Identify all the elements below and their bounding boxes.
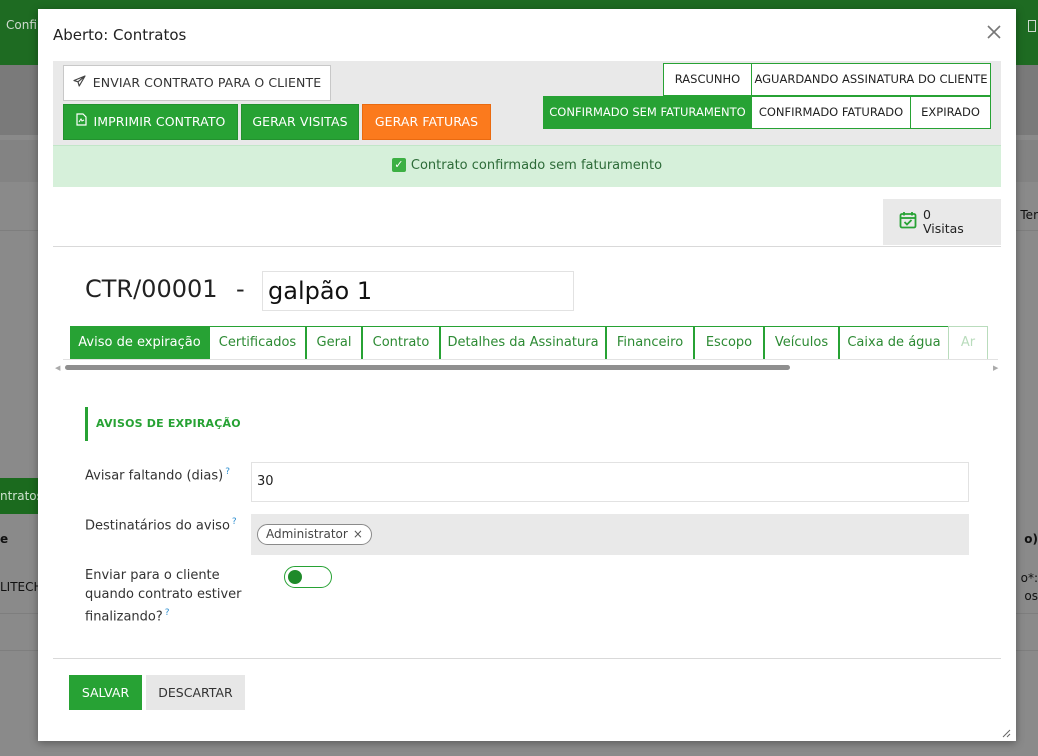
send-client-label-line: quando contrato estiver bbox=[85, 587, 242, 602]
divider bbox=[53, 658, 1001, 659]
scroll-right-arrow-icon[interactable]: ▶ bbox=[993, 364, 998, 372]
background-divider bbox=[0, 650, 38, 651]
background-text: e bbox=[0, 532, 9, 546]
background-divider bbox=[1016, 650, 1038, 651]
divider bbox=[53, 246, 1001, 247]
help-icon[interactable]: ? bbox=[225, 467, 230, 477]
send-client-label-text: finalizando? bbox=[85, 609, 163, 625]
stage-button[interactable]: RASCUNHO bbox=[663, 63, 752, 96]
background-tab: ntratos bbox=[0, 478, 38, 514]
background-topbar-text: Confi bbox=[6, 18, 37, 32]
print-contract-button[interactable]: IMPRIMIR CONTRATO bbox=[63, 104, 238, 140]
pdf-file-icon bbox=[75, 105, 87, 139]
visits-label: Visitas bbox=[923, 221, 964, 236]
send-client-toggle[interactable] bbox=[284, 566, 332, 588]
background-text: Ter bbox=[1020, 208, 1038, 222]
tab-item[interactable]: Escopo bbox=[694, 326, 764, 359]
tab-item[interactable]: Detalhes da Assinatura bbox=[440, 326, 606, 359]
close-icon-glyph bbox=[987, 25, 1001, 39]
days-input[interactable]: 30 bbox=[251, 462, 969, 502]
remove-tag-icon[interactable]: × bbox=[353, 527, 363, 541]
check-icon: ✓ bbox=[391, 157, 406, 172]
visits-smart-button[interactable]: 0 Visitas bbox=[883, 199, 1001, 245]
recipients-label-text: Destinatários do aviso bbox=[85, 518, 230, 534]
contract-name-field[interactable]: galpão 1 bbox=[262, 271, 574, 311]
stage-button[interactable]: EXPIRADO bbox=[910, 96, 991, 129]
tab-item[interactable]: Ar bbox=[948, 326, 988, 359]
background-text: LITECH bbox=[0, 580, 43, 594]
contract-reference: CTR/00001 bbox=[85, 275, 218, 303]
status-alert-text: Contrato confirmado sem faturamento bbox=[410, 158, 663, 173]
recipients-field-label: Destinatários do aviso? bbox=[85, 513, 237, 535]
send-contract-button[interactable]: ENVIAR CONTRATO PARA O CLIENTE bbox=[63, 65, 331, 101]
visits-count: 0 bbox=[923, 207, 931, 222]
background-square-icon bbox=[1028, 20, 1036, 32]
days-field-label: Avisar faltando (dias)? bbox=[85, 463, 230, 485]
tab-item[interactable]: Certificados bbox=[209, 326, 306, 359]
tab-item[interactable]: Caixa de água bbox=[839, 326, 949, 359]
tab-item[interactable]: Veículos bbox=[764, 326, 839, 359]
calendar-check-icon bbox=[899, 211, 917, 233]
tab-item[interactable]: Financeiro bbox=[606, 326, 694, 359]
send-client-label-line: finalizando?? bbox=[85, 604, 241, 626]
days-label-text: Avisar faltando (dias) bbox=[85, 468, 224, 484]
send-client-field-label: Enviar para o cliente quando contrato es… bbox=[85, 566, 241, 626]
help-icon[interactable]: ? bbox=[165, 608, 170, 618]
resize-handle-icon[interactable] bbox=[1001, 727, 1011, 738]
send-client-label-line: Enviar para o cliente bbox=[85, 568, 220, 583]
background-divider bbox=[0, 230, 38, 231]
stage-button[interactable]: CONFIRMADO SEM FATURAMENTO bbox=[543, 96, 752, 129]
background-divider bbox=[1016, 613, 1038, 614]
tabs-scrollbar[interactable] bbox=[65, 365, 790, 370]
dialog-title: Aberto: Contratos bbox=[53, 26, 187, 44]
save-button[interactable]: SALVAR bbox=[69, 675, 142, 710]
generate-invoices-button[interactable]: GERAR FATURAS bbox=[362, 104, 491, 140]
background-text: o) bbox=[1024, 532, 1038, 546]
stage-button[interactable]: CONFIRMADO FATURADO bbox=[751, 96, 911, 129]
status-alert: ✓ Contrato confirmado sem faturamento bbox=[53, 145, 1001, 187]
tab-item[interactable]: Contrato bbox=[362, 326, 440, 359]
send-contract-label: ENVIAR CONTRATO PARA O CLIENTE bbox=[92, 75, 322, 90]
help-icon[interactable]: ? bbox=[232, 517, 237, 527]
section-title: AVISOS DE EXPIRAÇÃO bbox=[85, 407, 241, 441]
tab-item[interactable]: Aviso de expiração bbox=[70, 326, 209, 359]
discard-button[interactable]: DESCARTAR bbox=[146, 675, 245, 710]
title-separator: - bbox=[236, 275, 245, 303]
recipient-tag-label: Administrator bbox=[266, 527, 348, 541]
notebook-tabs: Aviso de expiração Certificados Geral Contr… bbox=[63, 326, 998, 360]
contract-dialog: Aberto: Contratos ENVIAR CONTRATO PARA O… bbox=[38, 9, 1016, 741]
background-text: os bbox=[1024, 589, 1038, 603]
recipient-tag: Administrator × bbox=[257, 524, 372, 545]
print-contract-label: IMPRIMIR CONTRATO bbox=[93, 114, 226, 129]
generate-visits-button[interactable]: GERAR VISITAS bbox=[241, 104, 359, 140]
background-text: o*: bbox=[1020, 571, 1038, 585]
paper-plane-icon bbox=[73, 66, 86, 100]
close-icon[interactable] bbox=[983, 24, 1005, 46]
scroll-left-arrow-icon[interactable]: ◀ bbox=[55, 364, 60, 372]
stage-button[interactable]: AGUARDANDO ASSINATURA DO CLIENTE bbox=[751, 63, 991, 96]
tab-item[interactable]: Geral bbox=[306, 326, 362, 359]
recipients-input[interactable]: Administrator × bbox=[251, 514, 969, 555]
background-divider bbox=[0, 613, 38, 614]
toggle-knob bbox=[288, 570, 302, 584]
background-divider bbox=[1016, 230, 1038, 231]
